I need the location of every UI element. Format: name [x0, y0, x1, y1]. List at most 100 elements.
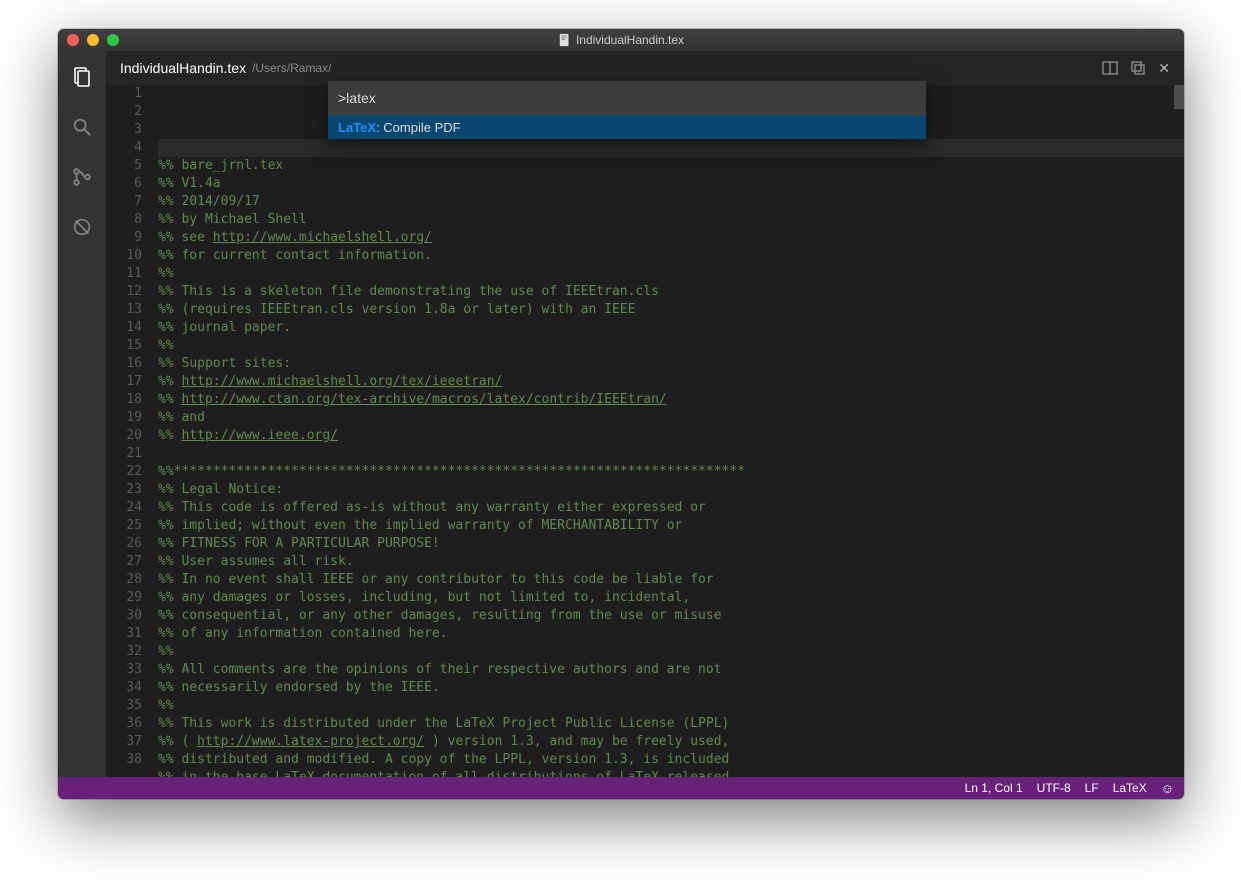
- status-cursor-position[interactable]: Ln 1, Col 1: [965, 781, 1023, 795]
- debug-icon[interactable]: [66, 211, 98, 243]
- line-number: 10: [106, 247, 142, 265]
- explorer-icon[interactable]: [66, 61, 98, 93]
- code-line[interactable]: %%: [158, 697, 1184, 715]
- close-editor-icon[interactable]: ✕: [1158, 60, 1170, 77]
- code-line[interactable]: %% This work is distributed under the La…: [158, 715, 1184, 733]
- code-line[interactable]: %% 2014/09/17: [158, 193, 1184, 211]
- code-line[interactable]: %%: [158, 337, 1184, 355]
- main-area: IndividualHandin.tex /Users/Ramax/ ✕ 123…: [58, 51, 1184, 777]
- code-line[interactable]: %% for current contact information.: [158, 247, 1184, 265]
- file-icon: [558, 33, 572, 47]
- code-line[interactable]: %% of any information contained here.: [158, 625, 1184, 643]
- statusbar: Ln 1, Col 1 UTF-8 LF LaTeX ☺: [58, 777, 1184, 799]
- window-minimize-button[interactable]: [87, 34, 99, 46]
- line-number: 11: [106, 265, 142, 283]
- status-encoding[interactable]: UTF-8: [1037, 781, 1071, 795]
- code-line[interactable]: %% see http://www.michaelshell.org/: [158, 229, 1184, 247]
- code-line[interactable]: %% (requires IEEEtran.cls version 1.8a o…: [158, 301, 1184, 319]
- code-content[interactable]: %% bare_jrnl.tex%% V1.4a%% 2014/09/17%% …: [158, 85, 1184, 777]
- code-line[interactable]: %%: [158, 265, 1184, 283]
- window-close-button[interactable]: [67, 34, 79, 46]
- code-line[interactable]: %%: [158, 643, 1184, 661]
- search-icon[interactable]: [66, 111, 98, 143]
- palette-results: LaTeX : Compile PDF: [328, 115, 926, 139]
- line-number: 29: [106, 589, 142, 607]
- code-line[interactable]: %% Support sites:: [158, 355, 1184, 373]
- line-number: 28: [106, 571, 142, 589]
- activity-bar: [58, 51, 106, 777]
- code-line[interactable]: %% In no event shall IEEE or any contrib…: [158, 571, 1184, 589]
- line-number: 32: [106, 643, 142, 661]
- line-number: 5: [106, 157, 142, 175]
- palette-input-wrap: [328, 81, 926, 115]
- code-line[interactable]: %%**************************************…: [158, 463, 1184, 481]
- line-number: 34: [106, 679, 142, 697]
- palette-input[interactable]: [332, 85, 922, 111]
- line-number: 3: [106, 121, 142, 139]
- source-control-icon[interactable]: [66, 161, 98, 193]
- code-line[interactable]: %% http://www.ctan.org/tex-archive/macro…: [158, 391, 1184, 409]
- line-number: 19: [106, 409, 142, 427]
- code-line[interactable]: %% and: [158, 409, 1184, 427]
- editor-window: IndividualHandin.tex IndividualHand: [58, 29, 1184, 799]
- line-number: 21: [106, 445, 142, 463]
- line-number: 9: [106, 229, 142, 247]
- status-language[interactable]: LaTeX: [1113, 781, 1147, 795]
- code-line[interactable]: %% necessarily endorsed by the IEEE.: [158, 679, 1184, 697]
- line-number: 1: [106, 85, 142, 103]
- code-line[interactable]: %% journal paper.: [158, 319, 1184, 337]
- split-editor-icon[interactable]: [1102, 60, 1118, 76]
- more-actions-icon[interactable]: [1130, 60, 1146, 76]
- code-editor[interactable]: 1234567891011121314151617181920212223242…: [106, 85, 1184, 777]
- line-number: 2: [106, 103, 142, 121]
- code-line[interactable]: %% This is a skeleton file demonstrating…: [158, 283, 1184, 301]
- tab-filename: IndividualHandin.tex: [120, 60, 246, 76]
- traffic-lights: [58, 34, 119, 46]
- code-line[interactable]: %% in the base LaTeX documentation of al…: [158, 769, 1184, 777]
- code-line[interactable]: [158, 139, 1184, 157]
- line-number: 15: [106, 337, 142, 355]
- code-line[interactable]: %% any damages or losses, including, but…: [158, 589, 1184, 607]
- feedback-icon[interactable]: ☺: [1161, 781, 1174, 796]
- line-number: 14: [106, 319, 142, 337]
- code-line[interactable]: %% FITNESS FOR A PARTICULAR PURPOSE!: [158, 535, 1184, 553]
- code-line[interactable]: %% ( http://www.latex-project.org/ ) ver…: [158, 733, 1184, 751]
- line-number: 30: [106, 607, 142, 625]
- line-number: 13: [106, 301, 142, 319]
- code-line[interactable]: [158, 445, 1184, 463]
- tab-active[interactable]: IndividualHandin.tex /Users/Ramax/: [114, 51, 337, 85]
- line-number: 12: [106, 283, 142, 301]
- command-palette: LaTeX : Compile PDF: [328, 81, 926, 139]
- code-line[interactable]: %% distributed and modified. A copy of t…: [158, 751, 1184, 769]
- palette-result-row[interactable]: LaTeX : Compile PDF: [328, 115, 926, 139]
- code-line[interactable]: %% http://www.ieee.org/: [158, 427, 1184, 445]
- code-line[interactable]: %% by Michael Shell: [158, 211, 1184, 229]
- line-number: 8: [106, 211, 142, 229]
- line-number: 26: [106, 535, 142, 553]
- titlebar: IndividualHandin.tex: [58, 29, 1184, 51]
- line-number: 27: [106, 553, 142, 571]
- tab-path: /Users/Ramax/: [252, 61, 331, 75]
- line-number: 36: [106, 715, 142, 733]
- line-number: 20: [106, 427, 142, 445]
- line-number: 24: [106, 499, 142, 517]
- code-line[interactable]: %% implied; without even the implied war…: [158, 517, 1184, 535]
- line-number: 25: [106, 517, 142, 535]
- line-number: 35: [106, 697, 142, 715]
- code-line[interactable]: %% V1.4a: [158, 175, 1184, 193]
- status-eol[interactable]: LF: [1085, 781, 1099, 795]
- code-line[interactable]: %% bare_jrnl.tex: [158, 157, 1184, 175]
- line-number: 31: [106, 625, 142, 643]
- line-number: 22: [106, 463, 142, 481]
- code-line[interactable]: %% User assumes all risk.: [158, 553, 1184, 571]
- line-number: 18: [106, 391, 142, 409]
- code-line[interactable]: %% This code is offered as-is without an…: [158, 499, 1184, 517]
- window-title-text: IndividualHandin.tex: [576, 33, 684, 47]
- window-zoom-button[interactable]: [107, 34, 119, 46]
- code-line[interactable]: %% All comments are the opinions of thei…: [158, 661, 1184, 679]
- window-title: IndividualHandin.tex: [58, 33, 1184, 47]
- code-line[interactable]: %% consequential, or any other damages, …: [158, 607, 1184, 625]
- code-line[interactable]: %% http://www.michaelshell.org/tex/ieeet…: [158, 373, 1184, 391]
- scrollbar-thumb[interactable]: [1174, 85, 1184, 109]
- code-line[interactable]: %% Legal Notice:: [158, 481, 1184, 499]
